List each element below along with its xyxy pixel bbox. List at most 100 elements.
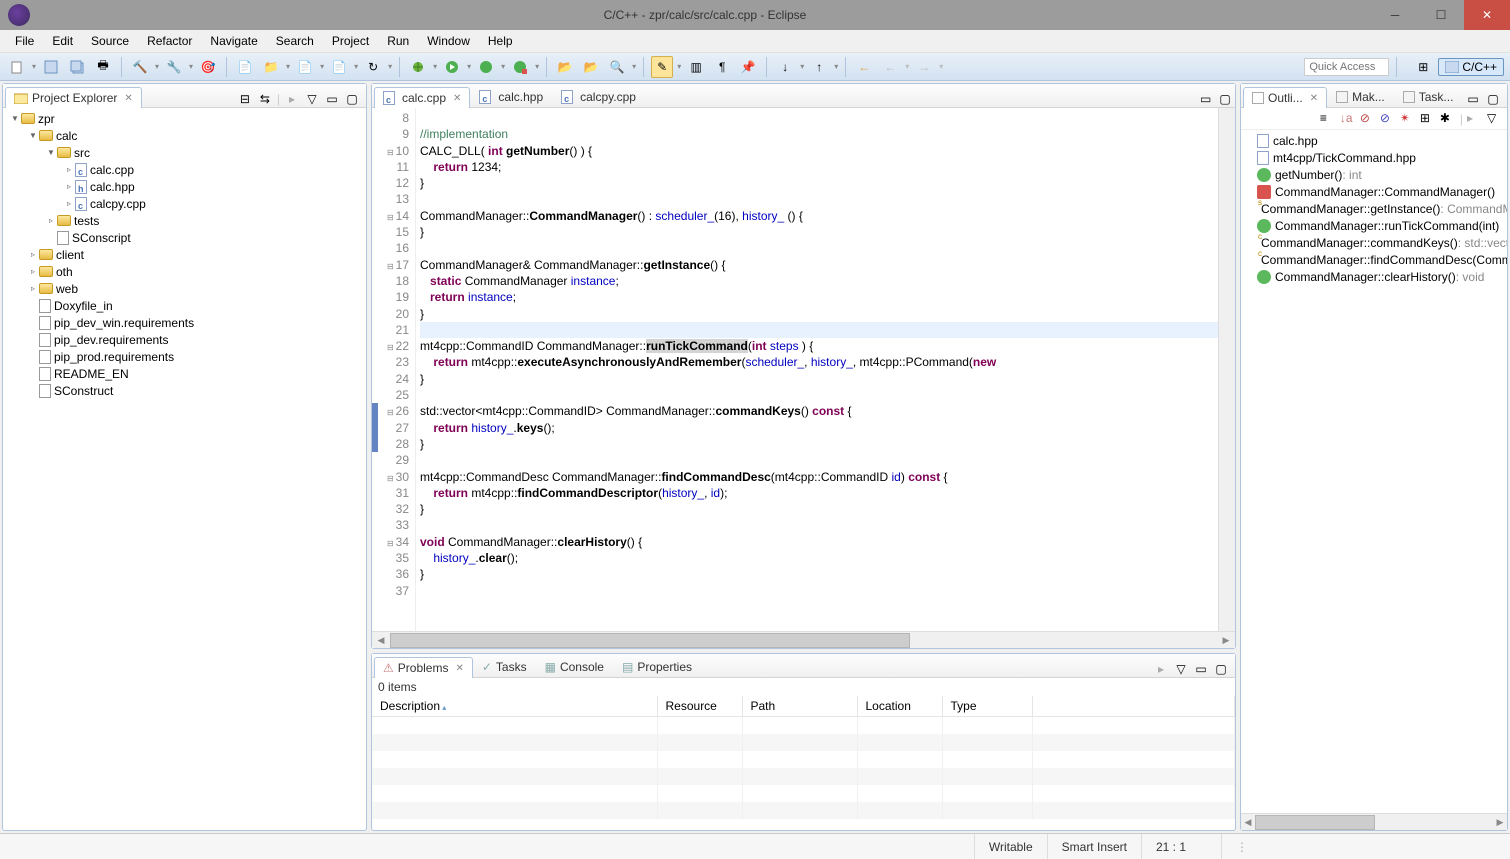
filter-icon[interactable]: ✴ [1400,111,1416,127]
view-menu-icon[interactable]: ▸ [1153,661,1169,677]
editor-tab[interactable]: calc.hpp [470,86,552,107]
outline-tab[interactable]: Outli...✕ [1243,87,1327,108]
profile-button[interactable] [509,56,531,78]
prev-annotation-button[interactable]: ↑ [808,56,830,78]
tree-item[interactable]: SConscript [3,229,366,246]
outline-item[interactable]: CommandManager::clearHistory() : void [1241,268,1507,285]
nav-back-button[interactable]: ← [879,56,901,78]
minimize-button[interactable]: ─ [1372,0,1418,30]
toggle-whitespace-button[interactable]: ¶ [711,56,733,78]
menu-icon[interactable]: ▽ [1487,111,1503,127]
outline-hscroll[interactable]: ◀ ▶ [1241,813,1507,830]
sort-icon[interactable]: ≡ [1320,111,1336,127]
target-button[interactable]: 🎯 [197,56,219,78]
tree-item[interactable]: pip_prod.requirements [3,348,366,365]
menu-refactor[interactable]: Refactor [138,31,201,51]
run-button[interactable] [441,56,463,78]
group-icon[interactable]: ⊞ [1420,111,1436,127]
menu-source[interactable]: Source [82,31,138,51]
tree-item[interactable]: ▼calc [3,127,366,144]
minimize-view-icon[interactable]: ▭ [1465,91,1481,107]
perspective-cpp[interactable]: C/C++ [1438,58,1504,76]
minimize-view-icon[interactable]: ▭ [324,91,340,107]
horizontal-scrollbar[interactable]: ◀ ▶ [372,631,1235,648]
problems-tab[interactable]: ✓Tasks [473,656,536,677]
view-menu-icon[interactable]: ▸ [284,91,300,107]
menu-project[interactable]: Project [323,31,378,51]
new-class-button[interactable]: 📄 [234,56,256,78]
open-type-button[interactable]: 📄 [294,56,316,78]
menu-window[interactable]: Window [418,31,479,51]
new-source-button[interactable]: 📄 [328,56,350,78]
maximize-button[interactable]: ☐ [1418,0,1464,30]
save-button[interactable] [40,56,62,78]
tree-item[interactable]: README_EN [3,365,366,382]
build-all-button[interactable]: 🔧 [163,56,185,78]
editor-tab[interactable]: calc.cpp✕ [374,87,470,108]
problems-tab[interactable]: ▤Properties [613,656,701,677]
outline-item[interactable]: CommandManager::runTickCommand(int) [1241,217,1507,234]
back-button[interactable]: ← [853,56,875,78]
editor-tab[interactable]: calcpy.cpp [552,86,645,107]
hide-static-icon[interactable]: ⊘ [1360,111,1376,127]
focus-icon[interactable]: ✱ [1440,111,1456,127]
save-all-button[interactable] [66,56,88,78]
menu-file[interactable]: File [6,31,43,51]
problems-tab[interactable]: ▦Console [536,656,613,677]
pin-button[interactable]: 📌 [737,56,759,78]
outline-tab[interactable]: Mak... [1327,86,1394,107]
link-editor-icon[interactable]: ⇆ [257,91,273,107]
outline-tab[interactable]: Task... [1394,86,1463,107]
close-button[interactable]: ✕ [1464,0,1510,30]
tree-item[interactable]: Doxyfile_in [3,297,366,314]
close-icon[interactable]: ✕ [124,93,132,104]
outline-item[interactable]: getNumber() : int [1241,166,1507,183]
minimize-editor-icon[interactable]: ▭ [1198,91,1214,107]
tree-item[interactable]: ▹calc.cpp [3,161,366,178]
menu-navigate[interactable]: Navigate [201,31,266,51]
tree-item[interactable]: SConstruct [3,382,366,399]
search-button[interactable]: 🔍 [606,56,628,78]
tree-item[interactable]: ▹calc.hpp [3,178,366,195]
tree-item[interactable]: ▹web [3,280,366,297]
project-tree[interactable]: ▼zpr▼calc▼src▹calc.cpp▹calc.hpp▹calcpy.c… [3,108,366,830]
outline-item[interactable]: mt4cpp/TickCommand.hpp [1241,149,1507,166]
collapse-all-icon[interactable]: ⊟ [237,91,253,107]
tree-item[interactable]: pip_dev_win.requirements [3,314,366,331]
maximize-editor-icon[interactable]: ▢ [1217,91,1233,107]
outline-item[interactable]: CommandManager::getInstance() : CommandM… [1241,200,1507,217]
open-perspective-button[interactable]: ⊞ [1412,56,1434,78]
tree-item[interactable]: ▹oth [3,263,366,280]
debug-button[interactable] [407,56,429,78]
filter-fields-icon[interactable]: ↓a [1340,111,1356,127]
new-folder-button[interactable]: 📁 [260,56,282,78]
open-folder-button[interactable]: 📂 [580,56,602,78]
maximize-view-icon[interactable]: ▢ [344,91,360,107]
outline-item[interactable]: CommandManager::findCommandDesc(CommandI… [1241,251,1507,268]
tab-project-explorer[interactable]: Project Explorer ✕ [5,87,142,108]
outline-list[interactable]: calc.hppmt4cpp/TickCommand.hppgetNumber(… [1241,130,1507,813]
minimize-view-icon[interactable]: ▭ [1193,661,1209,677]
problems-tab[interactable]: ⚠Problems✕ [374,657,473,678]
tree-item[interactable]: ▹calcpy.cpp [3,195,366,212]
menu-search[interactable]: Search [267,31,323,51]
menu-edit[interactable]: Edit [43,31,82,51]
problems-table[interactable]: DescriptionResourcePathLocationType [372,696,1235,830]
maximize-view-icon[interactable]: ▢ [1213,661,1229,677]
toggle-block-button[interactable]: ▥ [685,56,707,78]
vertical-scrollbar[interactable] [1218,108,1235,631]
print-button[interactable]: 🖶 [92,56,114,78]
refresh-button[interactable]: ↻ [362,56,384,78]
build-button[interactable]: 🔨 [129,56,151,78]
new-button[interactable] [6,56,28,78]
code-editor[interactable]: 89⊟10111213⊟141516⊟1718192021⊟22232425⊟2… [372,108,1235,631]
open-project-button[interactable]: 📂 [554,56,576,78]
menu-help[interactable]: Help [479,31,522,51]
quick-access-input[interactable] [1304,58,1389,76]
close-icon[interactable]: ✕ [453,93,461,104]
toggle-mark-button[interactable]: ✎ [651,56,673,78]
maximize-view-icon[interactable]: ▢ [1485,91,1501,107]
menu-icon[interactable]: ▽ [1173,661,1189,677]
hide-non-public-icon[interactable]: ⊘ [1380,111,1396,127]
menu-icon[interactable]: ▽ [304,91,320,107]
